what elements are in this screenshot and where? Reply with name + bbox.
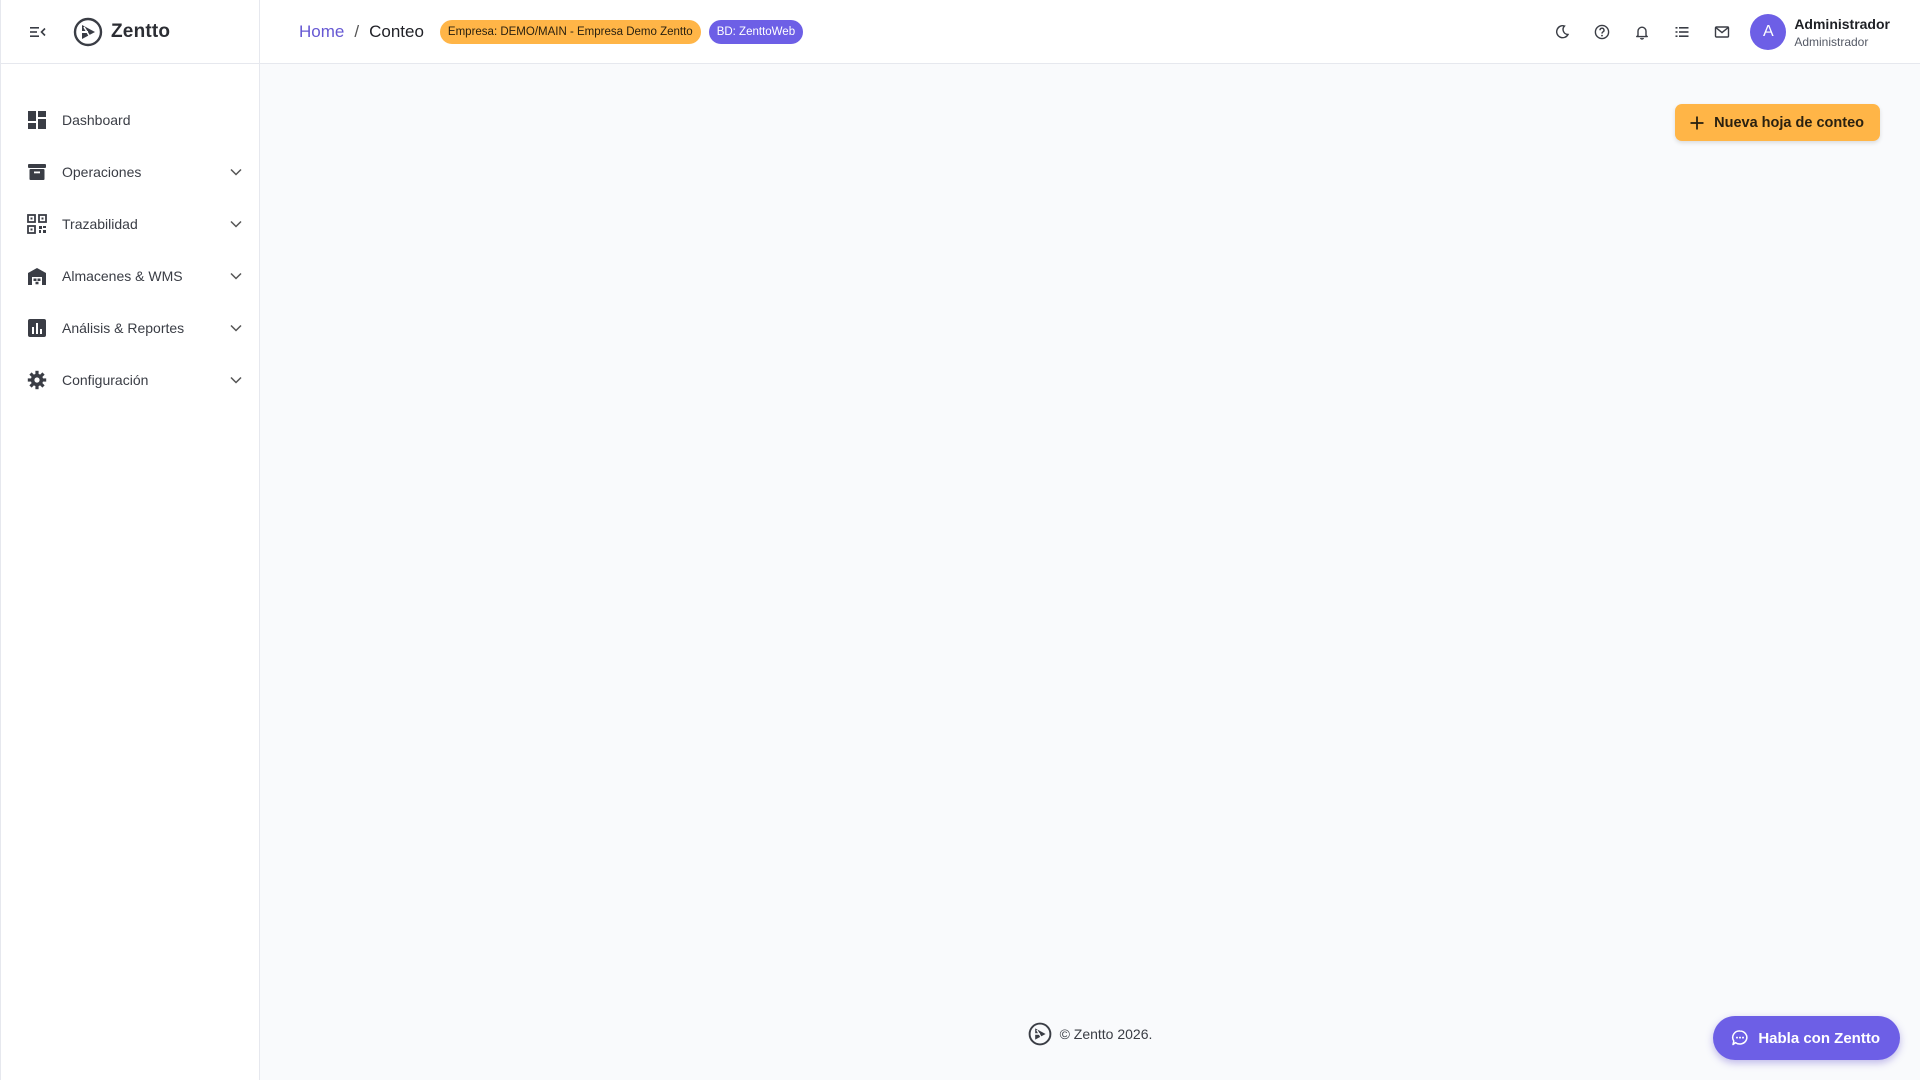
sidebar-item-configuracion[interactable]: Configuración [1,354,259,406]
warehouse-icon [27,266,47,286]
chevron-down-icon [229,217,243,231]
user-menu[interactable]: A Administrador Administrador [1750,14,1890,50]
chevron-down-icon [229,321,243,335]
user-role: Administrador [1794,34,1869,49]
bar-chart-icon [27,318,47,338]
user-name: Administrador [1794,15,1890,32]
sidebar: Zentto Dashboard Operaciones Trazabilida… [0,0,260,1080]
topbar: Home / Conteo Empresa: DEMO/MAIN - Empre… [260,0,1920,64]
qr-code-icon [27,214,47,234]
footer: © Zentto 2026. [260,1022,1920,1046]
moon-icon[interactable] [1542,12,1582,52]
app-logo[interactable]: Zentto [73,17,170,47]
main-content: Nueva hoja de conteo © Zentto 2026. Habl… [260,64,1920,1080]
archive-icon [27,162,47,182]
sidebar-item-almacenes[interactable]: Almacenes & WMS [1,250,259,302]
breadcrumb-separator: / [354,21,360,41]
sidebar-item-analisis[interactable]: Análisis & Reportes [1,302,259,354]
help-icon[interactable] [1582,12,1622,52]
topbar-actions: A Administrador Administrador [1542,0,1890,64]
collapse-menu-icon[interactable] [27,21,49,43]
user-info: Administrador Administrador [1794,16,1890,49]
sidebar-item-label: Operaciones [62,164,142,180]
app-name: Zentto [111,20,171,42]
breadcrumb-current: Conteo [369,21,424,41]
sidebar-item-label: Dashboard [62,112,131,128]
dashboard-icon [27,110,47,130]
sidebar-item-label: Configuración [62,372,149,388]
new-count-sheet-label: Nueva hoja de conteo [1714,114,1864,131]
sidebar-item-label: Trazabilidad [62,216,138,232]
new-count-sheet-button[interactable]: Nueva hoja de conteo [1675,104,1880,141]
chevron-down-icon [229,373,243,387]
chevron-down-icon [229,165,243,179]
gear-icon [27,370,47,390]
zentto-logo-icon [1028,1022,1051,1046]
chat-label: Habla con Zentto [1758,1029,1880,1047]
sidebar-item-operaciones[interactable]: Operaciones [1,146,259,198]
plus-icon [1689,115,1705,131]
chat-with-zentto-button[interactable]: Habla con Zentto [1713,1016,1900,1060]
company-chip: Empresa: DEMO/MAIN - Empresa Demo Zentto [439,19,701,44]
sidebar-item-dashboard[interactable]: Dashboard [1,94,259,146]
database-chip: BD: ZenttoWeb [708,19,804,44]
breadcrumb-home-link[interactable]: Home [299,22,344,42]
mail-icon[interactable] [1702,12,1742,52]
zentto-logo-icon [73,17,103,46]
sidebar-item-label: Análisis & Reportes [62,320,185,336]
chat-bubble-icon [1731,1029,1749,1047]
sidebar-header: Zentto [1,0,259,64]
sidebar-item-trazabilidad[interactable]: Trazabilidad [1,198,259,250]
sidebar-nav: Dashboard Operaciones Trazabilidad Almac… [1,64,259,406]
bell-icon[interactable] [1622,12,1662,52]
sidebar-item-label: Almacenes & WMS [62,268,183,284]
breadcrumb: Home / Conteo [299,22,424,42]
chevron-down-icon [229,269,243,283]
copyright-text: © Zentto 2026. [1059,1026,1153,1042]
list-icon[interactable] [1662,12,1702,52]
avatar: A [1750,14,1787,50]
